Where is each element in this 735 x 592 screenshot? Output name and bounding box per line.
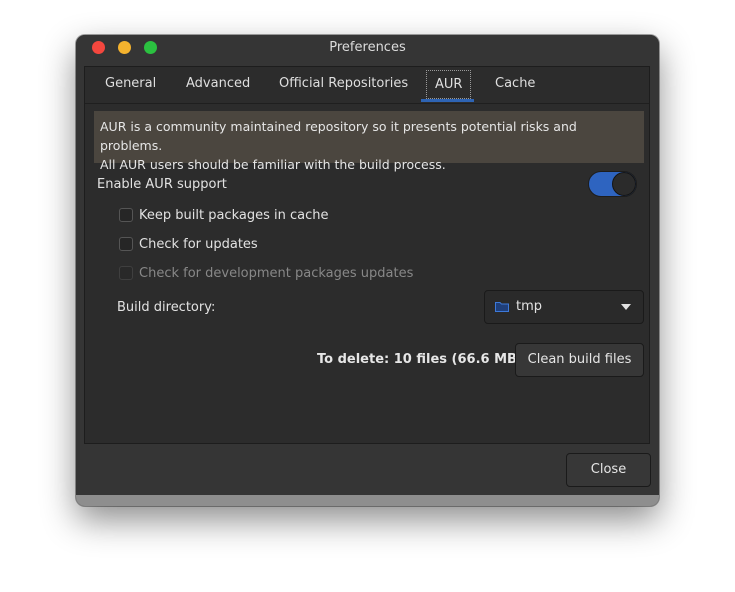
tab-aur[interactable]: AUR <box>426 70 472 99</box>
checkbox-label: Check for updates <box>139 237 258 252</box>
checkbox-label: Keep built packages in cache <box>139 208 329 223</box>
tab-official-repositories[interactable]: Official Repositories <box>279 76 408 91</box>
notice-line-1: AUR is a community maintained repository… <box>100 119 577 153</box>
clean-build-files-button[interactable]: Clean build files <box>515 343 644 377</box>
tab-advanced[interactable]: Advanced <box>186 76 250 91</box>
aur-warning-notice: AUR is a community maintained repository… <box>94 111 644 172</box>
checkbox-box <box>119 266 133 280</box>
window-title: Preferences <box>329 40 406 55</box>
switch-knob <box>612 172 636 196</box>
to-delete-info: To delete: 10 files (66.6 MB) <box>317 352 523 367</box>
tab-bar: General Advanced Official Repositories A… <box>85 67 649 104</box>
checkbox-box[interactable] <box>119 237 133 251</box>
enable-aur-switch[interactable] <box>588 171 637 197</box>
preferences-window: Preferences General Advanced Official Re… <box>76 35 659 506</box>
checkbox-label: Check for development packages updates <box>139 266 414 281</box>
enable-aur-label: Enable AUR support <box>97 177 227 192</box>
tab-cache[interactable]: Cache <box>495 76 535 91</box>
notice-line-2: All AUR users should be familiar with th… <box>100 157 446 172</box>
build-directory-label: Build directory: <box>117 300 216 315</box>
tab-general[interactable]: General <box>105 76 156 91</box>
checkbox-box[interactable] <box>119 208 133 222</box>
titlebar: Preferences <box>76 35 659 65</box>
chevron-down-icon <box>621 304 631 310</box>
window-bottom-strip <box>76 495 659 506</box>
build-directory-value: tmp <box>516 299 543 314</box>
folder-icon <box>495 302 509 312</box>
close-button[interactable]: Close <box>566 453 651 487</box>
build-directory-dropdown[interactable]: tmp <box>484 290 644 324</box>
preferences-content: General Advanced Official Repositories A… <box>84 66 650 444</box>
active-tab-indicator <box>421 99 474 102</box>
